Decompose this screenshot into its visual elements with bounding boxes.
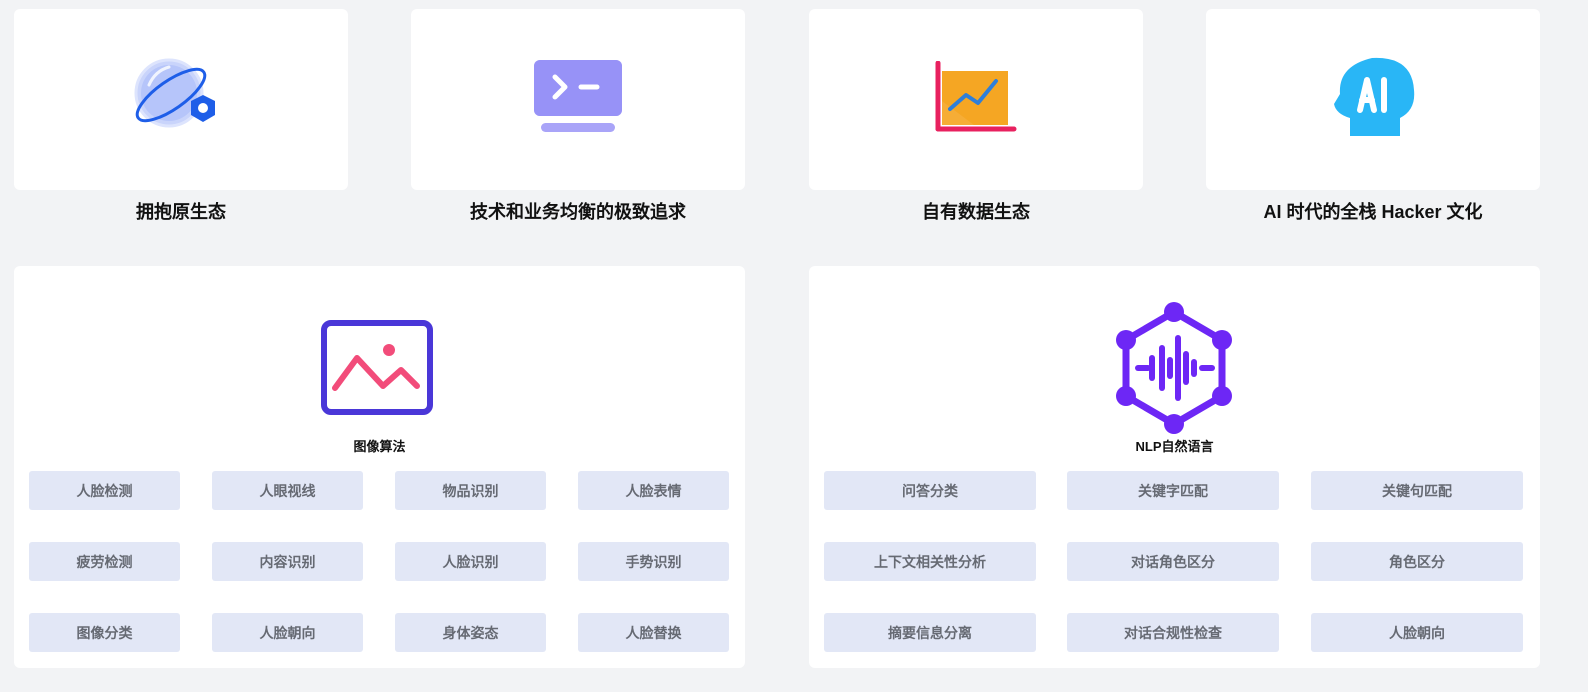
nlp-tag[interactable]: 关键字匹配 xyxy=(1067,471,1279,510)
nlp-tag[interactable]: 关键句匹配 xyxy=(1311,471,1523,510)
feature-title: AI 时代的全栈 Hacker 文化 xyxy=(1263,202,1483,222)
image-algo-tag[interactable]: 人脸表情 xyxy=(578,471,729,510)
image-picture-icon xyxy=(312,300,442,436)
feature-card-native-ecosystem xyxy=(14,9,348,190)
feature-card-data-ecosystem xyxy=(809,9,1143,190)
nlp-tag[interactable]: 上下文相关性分析 xyxy=(824,542,1036,581)
feature-card-ai-hacker-culture xyxy=(1206,9,1540,190)
image-algo-tag[interactable]: 人脸检测 xyxy=(29,471,180,510)
ai-head-icon xyxy=(1330,56,1416,143)
nlp-tag[interactable]: 摘要信息分离 xyxy=(824,613,1036,652)
image-algo-tag[interactable]: 人脸识别 xyxy=(395,542,546,581)
image-algo-tag[interactable]: 物品识别 xyxy=(395,471,546,510)
terminal-monitor-icon xyxy=(533,59,623,140)
image-algo-tag[interactable]: 图像分类 xyxy=(29,613,180,652)
nlp-tag[interactable]: 角色区分 xyxy=(1311,542,1523,581)
image-algo-tag[interactable]: 疲劳检测 xyxy=(29,542,180,581)
image-algo-tag[interactable]: 手势识别 xyxy=(578,542,729,581)
nlp-tag[interactable]: 问答分类 xyxy=(824,471,1036,510)
image-algo-tag[interactable]: 人脸替换 xyxy=(578,613,729,652)
planet-gear-icon xyxy=(131,57,231,142)
image-algorithm-title: 图像算法 xyxy=(353,439,406,454)
nlp-hexagon-waveform-icon xyxy=(1109,300,1239,436)
feature-title: 拥抱原生态 xyxy=(136,202,226,222)
nlp-title: NLP自然语言 xyxy=(1135,439,1214,454)
image-algo-tag[interactable]: 人眼视线 xyxy=(212,471,363,510)
line-chart-icon xyxy=(934,60,1018,138)
nlp-tag[interactable]: 对话合规性检查 xyxy=(1067,613,1279,652)
feature-card-tech-business-balance xyxy=(411,9,745,190)
nlp-tag[interactable]: 人脸朝向 xyxy=(1311,613,1523,652)
feature-title: 技术和业务均衡的极致追求 xyxy=(470,202,686,222)
image-algo-tag[interactable]: 身体姿态 xyxy=(395,613,546,652)
nlp-tag[interactable]: 对话角色区分 xyxy=(1067,542,1279,581)
image-algo-tag[interactable]: 内容识别 xyxy=(212,542,363,581)
image-algo-tag[interactable]: 人脸朝向 xyxy=(212,613,363,652)
feature-title: 自有数据生态 xyxy=(922,202,1030,222)
